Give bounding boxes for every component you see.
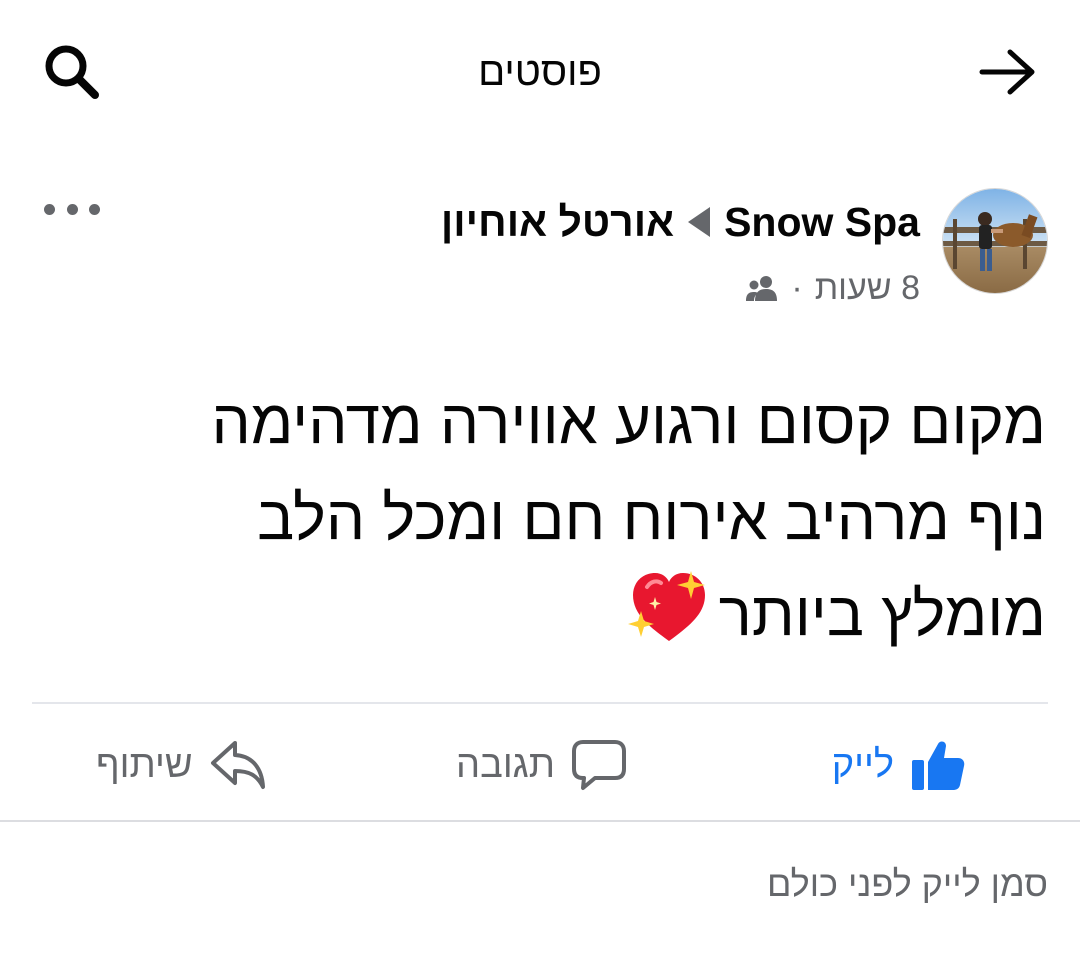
like-label: לייק — [831, 743, 894, 786]
share-icon — [210, 741, 265, 789]
page-title: פוסטים — [478, 50, 602, 94]
more-horizontal-icon — [44, 203, 55, 215]
more-options-button[interactable] — [44, 194, 100, 224]
share-label: שיתוף — [96, 743, 193, 786]
comment-label: תגובה — [456, 743, 556, 786]
action-bar: לייק תגובה שיתוף — [0, 720, 1080, 810]
post-text-line-1: מקום קסום ורגוע אווירה מדהימה — [211, 388, 1046, 457]
post-text: מקום קסום ורגוע אווירה מדהימה נוף מרהיב … — [36, 375, 1046, 673]
author-name-link[interactable]: אורטל אוחיון — [441, 196, 674, 248]
top-bar: פוסטים — [0, 0, 1080, 140]
post-text-line-2: נוף מרהיב אירוח חם ומכל הלב — [257, 484, 1046, 553]
share-button[interactable]: שיתוף — [96, 730, 267, 800]
comment-button[interactable]: תגובה — [456, 730, 627, 800]
avatar[interactable] — [942, 188, 1048, 294]
friends-icon — [746, 276, 778, 301]
thumbs-up-icon — [912, 741, 965, 790]
author-line: Snow Spa אורטל אוחיון — [441, 196, 920, 248]
section-divider — [0, 820, 1080, 822]
post-text-line-3: מומלץ ביותר — [36, 567, 1046, 673]
divider — [32, 702, 1048, 704]
search-icon — [45, 45, 99, 99]
page-name-link[interactable]: Snow Spa — [724, 196, 920, 248]
first-like-prompt: סמן לייק לפני כולם — [766, 863, 1048, 904]
sparkling-heart-emoji — [627, 567, 711, 673]
search-button[interactable] — [38, 38, 106, 106]
post-header: Snow Spa אורטל אוחיון 8 שעות · — [0, 180, 1080, 310]
post-time[interactable]: 8 שעות — [815, 266, 920, 310]
like-button[interactable]: לייק — [832, 730, 966, 800]
post-meta: 8 שעות · — [745, 266, 920, 310]
comment-icon — [572, 740, 627, 790]
meta-separator: · — [791, 269, 803, 307]
triangle-left-icon — [688, 207, 711, 237]
